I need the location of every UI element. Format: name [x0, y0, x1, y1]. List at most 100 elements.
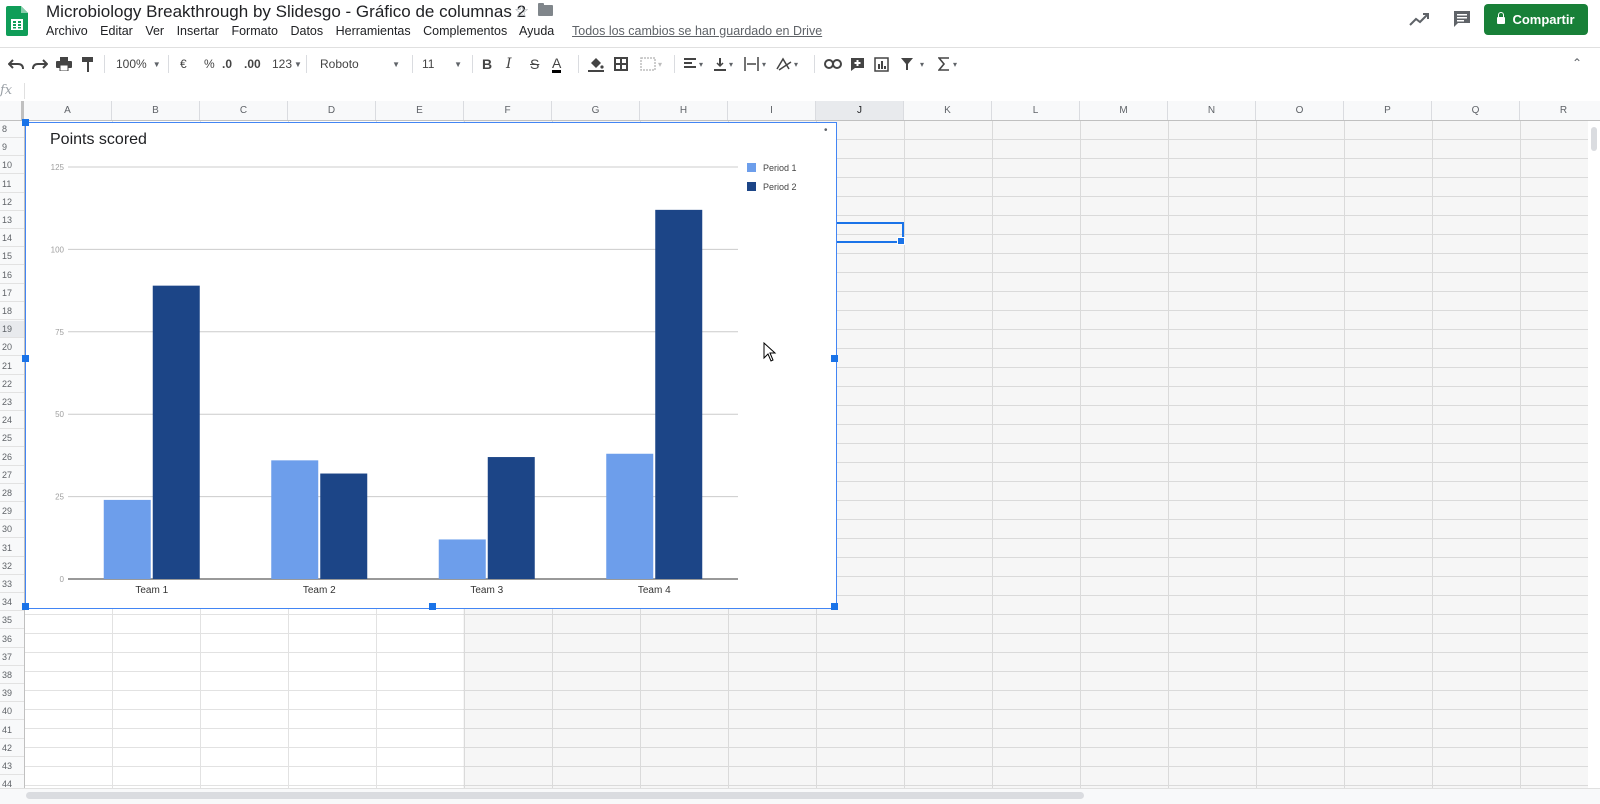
horizontal-scrollbar[interactable] — [0, 788, 1600, 804]
row-header-11[interactable]: 11 — [0, 176, 24, 193]
row-header-28[interactable]: 28 — [0, 485, 24, 502]
insert-comment-icon[interactable] — [850, 55, 865, 73]
currency-format-button[interactable]: € — [180, 55, 187, 73]
row-header-36[interactable]: 36 — [0, 631, 24, 648]
increase-decimal-button[interactable]: .00 — [244, 55, 261, 73]
row-header-15[interactable]: 15 — [0, 248, 24, 266]
row-header-9[interactable]: 9 — [0, 139, 24, 157]
share-button[interactable]: Compartir — [1484, 4, 1588, 35]
font-size-select[interactable]: 11 ▼ — [422, 55, 462, 73]
column-header-g[interactable]: G — [552, 101, 640, 120]
column-header-r[interactable]: R — [1520, 101, 1600, 120]
row-header-29[interactable]: 29 — [0, 503, 24, 521]
resize-handle-left[interactable] — [22, 355, 29, 362]
horizontal-scrollbar-thumb[interactable] — [26, 792, 1084, 799]
column-header-e[interactable]: E — [376, 101, 464, 120]
row-header-37[interactable]: 37 — [0, 649, 24, 666]
menu-editar[interactable]: Editar — [100, 24, 133, 38]
row-header-43[interactable]: 43 — [0, 758, 24, 775]
column-header-n[interactable]: N — [1168, 101, 1256, 120]
undo-icon[interactable] — [8, 55, 24, 73]
row-header-44[interactable]: 44 — [0, 776, 24, 788]
column-header-i[interactable]: I — [728, 101, 816, 120]
sheets-logo-icon[interactable] — [6, 6, 28, 36]
paint-format-icon[interactable] — [82, 55, 94, 73]
vertical-scrollbar-thumb[interactable] — [1591, 127, 1597, 151]
insert-chart-icon[interactable] — [874, 55, 889, 73]
functions-icon[interactable]: ▾ — [938, 55, 962, 73]
resize-handle-bottom-right[interactable] — [831, 603, 838, 610]
zoom-select[interactable]: 100% ▼ — [116, 55, 161, 73]
row-header-26[interactable]: 26 — [0, 449, 24, 466]
resize-handle-top-left[interactable] — [22, 119, 29, 126]
row-header-39[interactable]: 39 — [0, 685, 24, 703]
menu-archivo[interactable]: Archivo — [46, 24, 88, 38]
explore-trend-icon[interactable] — [1408, 10, 1430, 28]
fill-handle[interactable] — [897, 237, 905, 245]
row-header-33[interactable]: 33 — [0, 576, 24, 593]
resize-handle-bottom[interactable] — [429, 603, 436, 610]
column-header-p[interactable]: P — [1344, 101, 1432, 120]
star-icon[interactable]: ☆ — [514, 2, 529, 22]
row-header-27[interactable]: 27 — [0, 467, 24, 484]
menu-formato[interactable]: Formato — [231, 24, 278, 38]
column-header-m[interactable]: M — [1080, 101, 1168, 120]
row-header-22[interactable]: 22 — [0, 376, 24, 393]
row-header-19[interactable]: 19 — [0, 321, 24, 339]
row-header-40[interactable]: 40 — [0, 703, 24, 721]
print-icon[interactable] — [56, 55, 72, 73]
row-header-17[interactable]: 17 — [0, 285, 24, 302]
comment-icon[interactable] — [1452, 10, 1472, 28]
menu-ver[interactable]: Ver — [145, 24, 164, 38]
row-header-21[interactable]: 21 — [0, 358, 24, 375]
column-header-a[interactable]: A — [24, 101, 112, 120]
row-header-10[interactable]: 10 — [0, 157, 24, 175]
text-wrap-icon[interactable]: ▾ — [744, 55, 770, 73]
vertical-scrollbar[interactable] — [1588, 121, 1600, 788]
column-header-j[interactable]: J — [816, 101, 904, 120]
row-header-31[interactable]: 31 — [0, 540, 24, 557]
resize-handle-bottom-left[interactable] — [22, 603, 29, 610]
column-header-k[interactable]: K — [904, 101, 992, 120]
menu-ayuda[interactable]: Ayuda — [519, 24, 554, 38]
text-color-icon[interactable]: A — [552, 55, 562, 73]
row-header-14[interactable]: 14 — [0, 230, 24, 248]
fill-color-icon[interactable] — [588, 55, 604, 73]
redo-icon[interactable] — [32, 55, 48, 73]
folder-icon[interactable] — [538, 3, 553, 16]
row-header-12[interactable]: 12 — [0, 194, 24, 211]
font-family-select[interactable]: Roboto ▼ — [320, 55, 400, 73]
column-header-q[interactable]: Q — [1432, 101, 1520, 120]
strikethrough-icon[interactable]: S — [530, 55, 539, 73]
row-header-35[interactable]: 35 — [0, 612, 24, 630]
row-header-34[interactable]: 34 — [0, 594, 24, 612]
row-header-38[interactable]: 38 — [0, 667, 24, 684]
row-header-25[interactable]: 25 — [0, 430, 24, 448]
row-header-30[interactable]: 30 — [0, 521, 24, 539]
text-rotation-icon[interactable]: ▾ — [776, 55, 802, 73]
menu-insertar[interactable]: Insertar — [177, 24, 219, 38]
filter-icon[interactable]: ▾ — [900, 55, 930, 73]
resize-handle-right[interactable] — [831, 355, 838, 362]
column-header-h[interactable]: H — [640, 101, 728, 120]
row-header-13[interactable]: 13 — [0, 212, 24, 229]
chart-menu-icon[interactable]: • — [824, 125, 828, 136]
column-header-o[interactable]: O — [1256, 101, 1344, 120]
row-header-8[interactable]: 8 — [0, 121, 24, 138]
select-all-corner[interactable] — [0, 101, 24, 120]
insert-link-icon[interactable] — [824, 55, 842, 73]
borders-icon[interactable] — [614, 55, 628, 73]
column-header-d[interactable]: D — [288, 101, 376, 120]
merge-cells-icon[interactable]: ▾ — [640, 55, 664, 73]
bold-icon[interactable]: B — [482, 55, 492, 73]
document-title[interactable]: Microbiology Breakthrough by Slidesgo - … — [46, 2, 526, 22]
row-header-20[interactable]: 20 — [0, 339, 24, 357]
formula-bar[interactable]: fx — [0, 81, 1600, 102]
column-header-b[interactable]: B — [112, 101, 200, 120]
number-format-select[interactable]: 123 ▼ — [272, 55, 302, 73]
chart-container[interactable]: 0 25 50 75 100 125 Team 1 Team 2 Team 3 Team 4 Per… — [22, 119, 838, 610]
row-header-16[interactable]: 16 — [0, 267, 24, 284]
column-header-f[interactable]: F — [464, 101, 552, 120]
horizontal-align-icon[interactable]: ▾ — [684, 55, 706, 73]
column-header-c[interactable]: C — [200, 101, 288, 120]
